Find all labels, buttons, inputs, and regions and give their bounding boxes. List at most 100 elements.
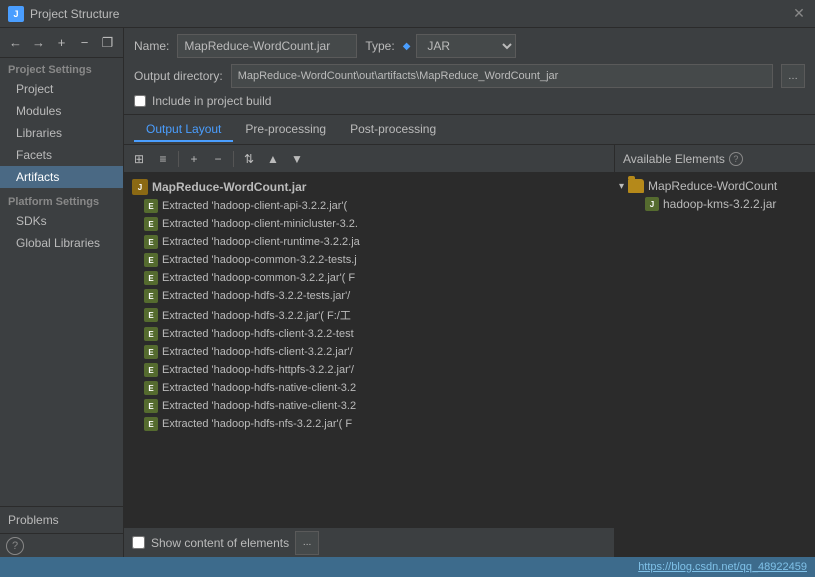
browse-button[interactable]: … <box>781 64 805 88</box>
tree-item-label: Extracted 'hadoop-hdfs-nfs-3.2.2.jar'( F <box>162 418 352 430</box>
ct-separator1 <box>178 151 179 167</box>
tab-pre-processing[interactable]: Pre-processing <box>233 118 338 142</box>
ct-separator2 <box>233 151 234 167</box>
tree-item[interactable]: E Extracted 'hadoop-client-minicluster-3… <box>124 215 614 233</box>
available-elements-panel: Available Elements ? ▾ MapReduce-WordCou… <box>615 145 815 557</box>
bottom-row: Show content of elements ... <box>124 527 614 557</box>
tree-item[interactable]: E Extracted 'hadoop-hdfs-3.2.2-tests.jar… <box>124 287 614 305</box>
tree-root-item[interactable]: J MapReduce-WordCount.jar <box>124 177 614 197</box>
output-row: Output directory: … <box>134 64 805 88</box>
ct-grid-btn[interactable]: ⊞ <box>128 148 150 170</box>
sidebar-item-global-libraries[interactable]: Global Libraries <box>0 232 123 254</box>
output-input[interactable] <box>231 64 773 88</box>
available-help-button[interactable]: ? <box>729 152 743 166</box>
tree-item-label: Extracted 'hadoop-hdfs-native-client-3.2 <box>162 382 356 394</box>
tree-item[interactable]: E Extracted 'hadoop-hdfs-client-3.2.2-te… <box>124 325 614 343</box>
show-content-checkbox[interactable] <box>132 536 145 549</box>
available-header: Available Elements ? <box>615 145 815 173</box>
tree-item[interactable]: E Extracted 'hadoop-hdfs-nfs-3.2.2.jar'(… <box>124 415 614 433</box>
tab-post-processing[interactable]: Post-processing <box>338 118 448 142</box>
tree-item-label: Extracted 'hadoop-client-runtime-3.2.2.j… <box>162 236 360 248</box>
platform-settings-label: Platform Settings <box>0 188 123 210</box>
sidebar-item-modules[interactable]: Modules <box>0 100 123 122</box>
name-label: Name: <box>134 39 169 53</box>
name-type-row: Name: Type: ◆ JAR <box>134 34 805 58</box>
include-checkbox[interactable] <box>134 95 146 107</box>
available-group-item[interactable]: ▾ MapReduce-WordCount <box>615 177 815 195</box>
remove-button[interactable]: − <box>75 33 94 53</box>
tree-item-label: Extracted 'hadoop-common-3.2.2.jar'( F <box>162 272 355 284</box>
sidebar-item-facets[interactable]: Facets <box>0 144 123 166</box>
tree-root-label: MapReduce-WordCount.jar <box>152 180 306 194</box>
available-header-label: Available Elements <box>623 152 725 166</box>
tree-item-label: Extracted 'hadoop-hdfs-native-client-3.2 <box>162 400 356 412</box>
main-container: ← → + − ❐ Project Settings Project Modul… <box>0 28 815 557</box>
ct-minus-btn[interactable]: − <box>207 148 229 170</box>
tree-item-label: Extracted 'hadoop-hdfs-3.2.2-tests.jar'/ <box>162 290 350 302</box>
tabs-row: Output Layout Pre-processing Post-proces… <box>124 115 815 145</box>
type-select[interactable]: JAR <box>416 34 516 58</box>
jar-extract-icon: E <box>144 327 158 341</box>
window-title: Project Structure <box>30 7 791 21</box>
app-icon: J <box>8 6 24 22</box>
sidebar-item-problems[interactable]: Problems <box>0 506 123 533</box>
close-button[interactable]: ✕ <box>791 6 807 22</box>
tree-item[interactable]: E Extracted 'hadoop-hdfs-client-3.2.2.ja… <box>124 343 614 361</box>
tree-item[interactable]: E Extracted 'hadoop-hdfs-native-client-3… <box>124 379 614 397</box>
tree-item[interactable]: E Extracted 'hadoop-hdfs-httpfs-3.2.2.ja… <box>124 361 614 379</box>
include-row: Include in project build <box>134 94 805 108</box>
project-settings-label: Project Settings <box>0 58 123 78</box>
help-button[interactable]: ? <box>6 537 24 555</box>
ct-sort-btn[interactable]: ⇅ <box>238 148 260 170</box>
left-toolbar: ← → + − ❐ <box>0 28 123 58</box>
tree-item[interactable]: E Extracted 'hadoop-common-3.2.2.jar'( F <box>124 269 614 287</box>
sidebar-item-sdks[interactable]: SDKs <box>0 210 123 232</box>
type-diamond-icon: ◆ <box>403 41 411 52</box>
status-link[interactable]: https://blog.csdn.net/qq_48922459 <box>638 561 807 573</box>
ct-up-btn[interactable]: ▲ <box>262 148 284 170</box>
tree-item-label: Extracted 'hadoop-client-minicluster-3.2… <box>162 218 358 230</box>
artifact-config: Name: Type: ◆ JAR Output directory: … <box>124 28 815 115</box>
tab-output-layout[interactable]: Output Layout <box>134 118 233 142</box>
available-child-label: hadoop-kms-3.2.2.jar <box>663 197 776 211</box>
name-input[interactable] <box>177 34 357 58</box>
ct-down-btn[interactable]: ▼ <box>286 148 308 170</box>
jar-extract-icon: E <box>144 399 158 413</box>
jar-extract-icon: E <box>144 345 158 359</box>
available-child-item[interactable]: J hadoop-kms-3.2.2.jar <box>615 195 815 213</box>
jar-extract-icon: E <box>144 289 158 303</box>
tree-item[interactable]: E Extracted 'hadoop-client-runtime-3.2.2… <box>124 233 614 251</box>
dots-button[interactable]: ... <box>295 531 319 555</box>
help-bar: ? <box>0 533 123 557</box>
sidebar-item-artifacts[interactable]: Artifacts <box>0 166 123 188</box>
available-group-label: MapReduce-WordCount <box>648 179 777 193</box>
tree-item[interactable]: E Extracted 'hadoop-hdfs-3.2.2.jar'( F:/… <box>124 305 614 325</box>
tree-item-label: Extracted 'hadoop-hdfs-client-3.2.2.jar'… <box>162 346 353 358</box>
include-label: Include in project build <box>152 94 271 108</box>
available-tree: ▾ MapReduce-WordCount J hadoop-kms-3.2.2… <box>615 173 815 557</box>
copy-button[interactable]: ❐ <box>98 33 117 53</box>
ct-add-btn[interactable]: + <box>183 148 205 170</box>
sidebar-item-project[interactable]: Project <box>0 78 123 100</box>
forward-button[interactable]: → <box>29 33 48 53</box>
right-panel: Name: Type: ◆ JAR Output directory: … <box>124 28 815 557</box>
left-panel: ← → + − ❐ Project Settings Project Modul… <box>0 28 124 557</box>
jar-extract-icon: E <box>144 271 158 285</box>
jar-extract-icon: E <box>144 381 158 395</box>
sidebar-item-libraries[interactable]: Libraries <box>0 122 123 144</box>
jar-extract-icon: E <box>144 308 158 322</box>
ct-list-btn[interactable]: ≡ <box>152 148 174 170</box>
tree-item[interactable]: E Extracted 'hadoop-client-api-3.2.2.jar… <box>124 197 614 215</box>
tree-item[interactable]: E Extracted 'hadoop-hdfs-native-client-3… <box>124 397 614 415</box>
back-button[interactable]: ← <box>6 33 25 53</box>
add-button[interactable]: + <box>52 33 71 53</box>
title-bar: J Project Structure ✕ <box>0 0 815 28</box>
tree-item[interactable]: E Extracted 'hadoop-common-3.2.2-tests.j <box>124 251 614 269</box>
type-select-container: ◆ JAR <box>403 34 517 58</box>
content-area: ⊞ ≡ + − ⇅ ▲ ▼ J MapReduce-WordCount.jar <box>124 145 815 557</box>
jar-extract-icon: E <box>144 253 158 267</box>
jar-root-icon: J <box>132 179 148 195</box>
content-toolbar: ⊞ ≡ + − ⇅ ▲ ▼ <box>124 145 614 173</box>
tree-item-label: Extracted 'hadoop-hdfs-httpfs-3.2.2.jar'… <box>162 364 354 376</box>
show-content-label: Show content of elements <box>151 536 289 550</box>
